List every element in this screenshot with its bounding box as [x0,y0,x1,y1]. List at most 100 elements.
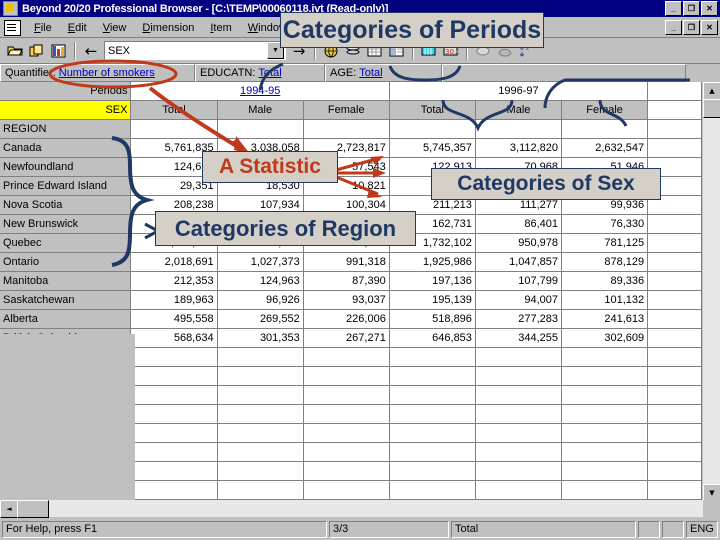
menu-item-view[interactable]: View [95,21,135,35]
cell-value[interactable]: 3,112,820 [475,138,563,158]
child-close-button[interactable]: ✕ [701,20,718,35]
cell-value[interactable]: 86,401 [475,214,563,234]
col-header-female-2[interactable]: Female [561,100,649,120]
scroll-left-button[interactable]: ◄ [0,500,18,518]
cell-value[interactable]: 195,139 [389,290,476,310]
cell-value[interactable]: 96,926 [217,290,304,310]
cell-value[interactable]: 93,037 [303,290,390,310]
cell-value[interactable]: 124,963 [217,271,304,291]
cell-value[interactable]: 1,047,857 [475,252,563,272]
table-row[interactable]: Alberta 495,558 269,552 226,006 518,896 … [0,309,702,329]
menu-item-file[interactable]: FFileile [26,21,60,35]
cell-value[interactable]: 950,978 [475,233,563,253]
cell-value[interactable]: 197,136 [389,271,476,291]
maximize-button[interactable]: ❐ [683,1,700,16]
row-header-region[interactable]: Nova Scotia [0,195,132,215]
table-row[interactable]: Manitoba 212,353 124,963 87,390 197,136 … [0,271,702,291]
row-header-region[interactable]: Alberta [0,309,132,329]
period-header-1994-95[interactable]: 1994-95 [130,82,390,101]
open-folder-icon[interactable] [5,41,25,60]
cell-value[interactable]: 269,552 [217,309,304,329]
child-maximize-button[interactable]: ❐ [683,20,700,35]
row-header-region[interactable]: Quebec [0,233,132,253]
horizontal-scrollbar[interactable]: ◄ [0,500,703,518]
age-value-link[interactable]: Total [359,67,382,79]
region-dimension-label[interactable]: REGION [0,119,132,139]
cell-value[interactable]: 646,853 [389,328,476,348]
dimension-combo[interactable]: SEX ▼ [104,41,286,60]
cell-value[interactable]: 301,353 [217,328,304,348]
cell-value[interactable]: 107,799 [475,271,563,291]
cell-value[interactable]: 781,125 [561,233,649,253]
corner-sex-label[interactable]: SEX [0,100,132,120]
row-header-region[interactable]: Manitoba [0,271,132,291]
cell-value[interactable]: 189,963 [130,290,218,310]
app-icon [3,1,18,16]
cell-value[interactable]: 101,132 [561,290,649,310]
table-row[interactable]: Saskatchewan 189,963 96,926 93,037 195,1… [0,290,702,310]
table-row[interactable]: Canada 5,761,835 3,038,058 2,723,817 5,7… [0,138,702,158]
scroll-up-button[interactable]: ▲ [703,82,720,100]
menu-item-edit[interactable]: Edit [60,21,95,35]
col-header-total-1[interactable]: Total [130,100,218,120]
menu-item-dimension[interactable]: Dimension [134,21,202,35]
period-header-row: Periods 1994-95 1996-97 [0,82,702,101]
col-header-male-1[interactable]: Male [217,100,304,120]
row-header-region[interactable]: Saskatchewan [0,290,132,310]
vertical-scrollbar[interactable]: ▲ ▼ [703,82,720,502]
cell-value[interactable]: 495,558 [130,309,218,329]
cell-value[interactable]: 241,613 [561,309,649,329]
educatn-value-link[interactable]: Total [258,67,281,79]
cell-value[interactable]: 878,129 [561,252,649,272]
cell-value[interactable]: 302,609 [561,328,649,348]
document-icon[interactable] [4,19,21,36]
quantifier-value-link[interactable]: Number of smokers [59,67,155,79]
cell-value[interactable]: 89,336 [561,271,649,291]
copy-icon[interactable] [27,41,47,60]
cell-value[interactable]: 226,006 [303,309,390,329]
vertical-scroll-thumb[interactable] [703,99,720,118]
cell-value[interactable]: 212,353 [130,271,218,291]
periods-row-label: Periods [0,82,132,101]
horizontal-scroll-thumb[interactable] [17,500,49,518]
cell-value[interactable]: 94,007 [475,290,563,310]
dimension-bar: Quantifier: Number of smokers EDUCATN: T… [0,64,686,82]
previous-arrow-button[interactable]: ← [80,41,102,60]
col-header-male-2[interactable]: Male [475,100,563,120]
table-row[interactable]: Ontario 2,018,691 1,027,373 991,318 1,92… [0,252,702,272]
cell-value[interactable]: 76,330 [561,214,649,234]
status-help-text: For Help, press F1 [2,520,327,538]
row-header-region[interactable]: Ontario [0,252,132,272]
educatn-dimension-cell[interactable]: EDUCATN: Total [195,64,325,82]
cell-value[interactable]: 518,896 [389,309,476,329]
cell-value[interactable]: 87,390 [303,271,390,291]
child-minimize-button[interactable]: _ [665,20,682,35]
cell-value[interactable]: 5,745,357 [389,138,476,158]
cell-value[interactable]: 344,255 [475,328,563,348]
col-header-total-2[interactable]: Total [389,100,476,120]
period-header-1996-97[interactable]: 1996-97 [389,82,649,101]
status-mode: Total [451,520,636,538]
cell-value[interactable]: 991,318 [303,252,390,272]
row-header-region[interactable]: Canada [0,138,132,158]
cell-value[interactable]: 1,925,986 [389,252,476,272]
row-header-region[interactable]: New Brunswick [0,214,132,234]
quantifier-label: Quantifier: [5,67,56,79]
cell-value[interactable]: 267,271 [303,328,390,348]
close-button[interactable]: ✕ [701,1,718,16]
chart-table-icon[interactable] [49,41,69,60]
cell-value[interactable]: 2,018,691 [130,252,218,272]
cell-value[interactable]: 568,634 [130,328,218,348]
cell-value[interactable]: 1,027,373 [217,252,304,272]
cell-value[interactable]: 2,632,547 [561,138,649,158]
svg-text:30.0: 30.0 [445,48,459,56]
row-header-region[interactable]: Newfoundland [0,157,132,177]
col-header-female-1[interactable]: Female [303,100,390,120]
cell-value[interactable]: 277,283 [475,309,563,329]
data-grid[interactable]: Periods 1994-95 1996-97 SEX Total Male F… [0,82,702,516]
age-dimension-cell[interactable]: AGE: Total [325,64,442,82]
quantifier-dimension-cell[interactable]: Quantifier: Number of smokers [0,64,195,82]
menu-item-item[interactable]: Item [202,21,239,35]
minimize-button[interactable]: _ [665,1,682,16]
row-header-region[interactable]: Prince Edward Island [0,176,132,196]
